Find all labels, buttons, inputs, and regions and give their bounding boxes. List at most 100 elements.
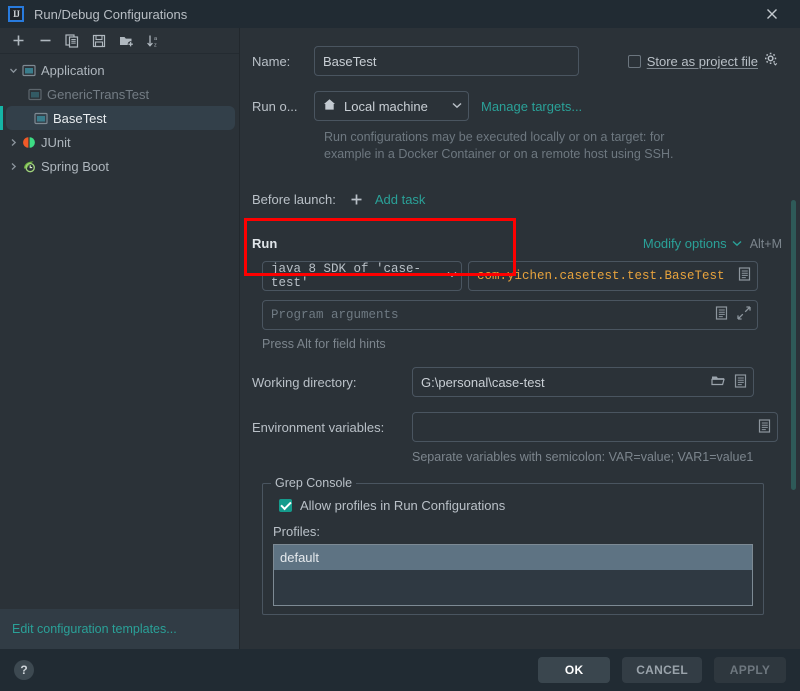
working-directory-row: Working directory: G:\personal\case-test <box>252 367 782 397</box>
profiles-label: Profiles: <box>273 524 320 539</box>
chevron-down-glyph <box>732 240 742 247</box>
configurations-sidebar: a z Application GenericTransTest BaseTes… <box>0 28 240 649</box>
remove-configuration-button[interactable] <box>33 30 57 52</box>
modify-options-link[interactable]: Modify options <box>643 236 727 251</box>
close-icon[interactable] <box>752 0 792 28</box>
document-icon[interactable] <box>734 373 747 391</box>
main-class-input[interactable]: com.yichen.casetest.test.BaseTest <box>468 261 758 291</box>
cancel-button[interactable]: CANCEL <box>622 657 702 683</box>
svg-text:a: a <box>154 36 158 42</box>
chevron-down-icon[interactable] <box>6 66 20 75</box>
run-on-row: Run o... Local machine Manage targets... <box>252 91 782 121</box>
logo-text: IJ <box>12 9 20 19</box>
application-glyph <box>22 64 36 76</box>
run-on-hint: Run configurations may be executed local… <box>324 129 782 163</box>
edit-configuration-templates-link[interactable]: Edit configuration templates... <box>0 609 239 649</box>
list-item[interactable]: default <box>274 545 752 570</box>
sidebar-item-label: BaseTest <box>53 110 107 126</box>
allow-profiles-label: Allow profiles in Run Configurations <box>300 498 506 513</box>
sidebar-item-label: Application <box>41 62 105 78</box>
document-icon[interactable] <box>715 306 728 324</box>
gear-icon[interactable] <box>764 52 778 71</box>
add-configuration-button[interactable] <box>6 30 30 52</box>
chevron-right-glyph <box>11 138 16 146</box>
document-glyph <box>758 418 771 433</box>
manage-targets-link[interactable]: Manage targets... <box>481 99 582 114</box>
ok-button[interactable]: OK <box>538 657 611 683</box>
vertical-scrollbar[interactable] <box>791 200 796 490</box>
copy-icon <box>65 33 79 48</box>
home-icon <box>323 98 336 114</box>
sidebar-item-generictranstest[interactable]: GenericTransTest <box>0 82 239 106</box>
sidebar-item-application[interactable]: Application <box>0 58 239 82</box>
gear-glyph <box>765 52 778 66</box>
sidebar-item-junit[interactable]: JUnit <box>0 130 239 154</box>
store-as-project-file-row[interactable]: Store as project file <box>627 52 778 71</box>
document-icon <box>738 267 751 281</box>
name-input[interactable]: BaseTest <box>314 46 579 76</box>
jre-value: java 8 SDK of 'case-test' <box>271 262 422 290</box>
spring-boot-glyph <box>23 161 35 173</box>
run-on-select[interactable]: Local machine <box>314 91 469 121</box>
environment-variables-input[interactable] <box>412 412 778 442</box>
jre-select[interactable]: java 8 SDK of 'case-test' <box>262 261 462 291</box>
working-directory-input[interactable]: G:\personal\case-test <box>412 367 754 397</box>
document-glyph <box>734 373 747 388</box>
sidebar-item-label: JUnit <box>41 134 71 150</box>
sidebar-item-spring-boot[interactable]: Spring Boot <box>0 154 239 178</box>
add-task-link[interactable]: Add task <box>375 192 426 207</box>
store-as-project-file-checkbox[interactable] <box>627 54 641 68</box>
sidebar-item-label: Spring Boot <box>41 158 109 174</box>
add-task-plus-icon[interactable] <box>350 193 363 206</box>
chevron-down-icon[interactable] <box>447 271 457 282</box>
dialog-body: a z Application GenericTransTest BaseTes… <box>0 28 800 649</box>
program-arguments-input[interactable]: Program arguments <box>262 300 758 330</box>
application-glyph <box>28 88 42 100</box>
browse-folder-icon[interactable] <box>711 374 726 390</box>
svg-text:z: z <box>154 42 157 48</box>
apply-button[interactable]: APPLY <box>714 657 786 683</box>
application-glyph <box>34 112 48 124</box>
help-icon[interactable]: ? <box>14 660 34 680</box>
chevron-down-icon[interactable] <box>452 101 462 112</box>
field-hint: Press Alt for field hints <box>262 337 386 351</box>
application-icon <box>26 88 44 101</box>
working-directory-label: Working directory: <box>252 374 357 390</box>
run-on-hint-line-1: Run configurations may be executed local… <box>324 130 665 144</box>
chevron-right-icon[interactable] <box>6 162 20 171</box>
name-label: Name: <box>252 53 291 69</box>
close-glyph <box>767 9 777 19</box>
run-on-hint-line-2: example in a Docker Container or on a re… <box>324 147 674 161</box>
title-bar: IJ Run/Debug Configurations <box>0 0 800 28</box>
application-icon <box>20 64 38 77</box>
chevron-down-glyph <box>447 271 457 277</box>
chevron-right-icon[interactable] <box>6 138 20 147</box>
run-on-value: Local machine <box>344 98 428 114</box>
document-icon[interactable] <box>758 418 771 436</box>
allow-profiles-checkbox[interactable] <box>279 499 292 512</box>
allow-profiles-row[interactable]: Allow profiles in Run Configurations <box>279 498 753 513</box>
working-directory-value: G:\personal\case-test <box>421 374 545 390</box>
run-section-title: Run <box>252 236 278 251</box>
name-value: BaseTest <box>323 53 377 69</box>
new-folder-button[interactable] <box>114 30 138 52</box>
expand-icon[interactable] <box>737 306 751 324</box>
main-class-value: com.yichen.casetest.test.BaseTest <box>477 269 725 283</box>
program-arguments-placeholder: Program arguments <box>271 308 399 322</box>
expand-editor-icon[interactable] <box>738 267 751 285</box>
modify-options-shortcut: Alt+M <box>749 236 782 251</box>
expand-glyph <box>737 306 751 320</box>
sidebar-toolbar: a z <box>0 28 239 54</box>
run-on-label: Run o... <box>252 98 298 114</box>
copy-configuration-button[interactable] <box>60 30 84 52</box>
intellij-logo-icon: IJ <box>8 6 24 22</box>
sidebar-item-label: GenericTransTest <box>47 86 150 102</box>
chevron-down-glyph <box>9 68 17 73</box>
before-launch-row: Before launch: Add task <box>252 192 782 207</box>
sort-configurations-button[interactable]: a z <box>141 30 165 52</box>
save-configuration-button[interactable] <box>87 30 111 52</box>
plus-icon <box>13 35 23 46</box>
sidebar-item-basetest[interactable]: BaseTest <box>0 106 235 130</box>
profiles-list[interactable]: default <box>273 544 753 606</box>
chevron-down-icon[interactable] <box>732 240 742 247</box>
